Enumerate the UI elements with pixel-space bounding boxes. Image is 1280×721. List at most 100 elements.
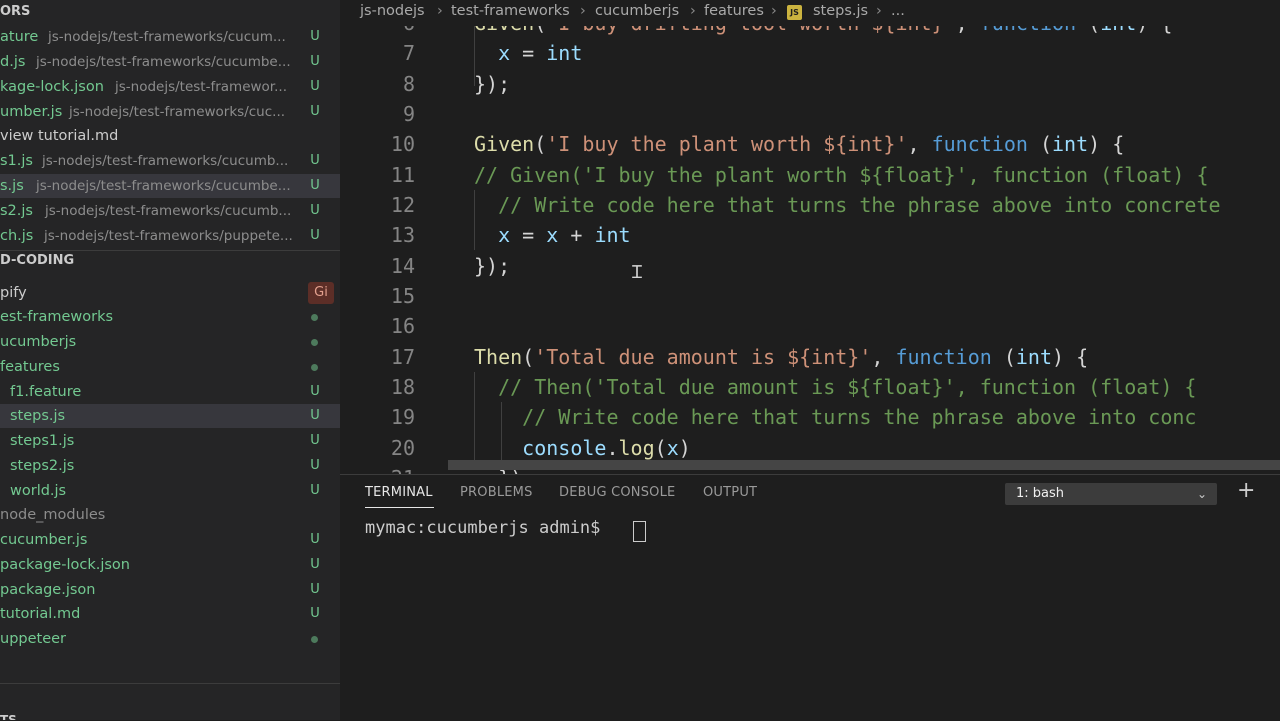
untracked-badge: U [310,178,320,193]
bottom-section-header[interactable]: TS [0,708,17,720]
breadcrumb-item[interactable]: test-frameworks [451,3,570,19]
untracked-badge: U [310,433,320,448]
tree-file[interactable]: steps2.js U [0,454,340,478]
code-line: Given('I buy drifting tool worth ${int}'… [474,26,1172,38]
tree-folder[interactable]: est-frameworks [0,305,340,329]
open-editor-item[interactable]: s1.js js-nodejs/test-frameworks/cucumb..… [0,149,340,173]
open-editor-path: js-nodejs/test-frameworks/cucumb... [42,153,289,169]
open-editor-path: js-nodejs/test-frameworks/puppete... [44,228,293,244]
line-number: 17 [390,345,415,369]
tree-item-label: f1.feature [10,384,82,400]
code-editor[interactable]: 6 Given('I buy drifting tool worth ${int… [340,26,1280,474]
terminal-panel: TERMINAL PROBLEMS DEBUG CONSOLE OUTPUT 1… [340,474,1280,721]
open-editor-item[interactable]: view tutorial.md [0,124,340,148]
tree-item-label: uppeteer [0,631,67,647]
line-number: 18 [390,375,415,399]
breadcrumb-item[interactable]: features [704,3,764,19]
tree-item-label: cucumber.js [0,532,88,548]
tree-file[interactable]: steps1.js U [0,429,340,453]
untracked-badge: U [310,384,320,399]
untracked-badge: U [310,104,320,119]
breadcrumb-item[interactable]: steps.js [813,3,868,19]
open-editor-path: js-nodejs/test-frameworks/cucumb... [45,203,292,219]
tree-file-selected[interactable]: steps.js U [0,404,340,428]
project-header[interactable]: D-CODING [0,249,74,273]
code-line: // Write code here that turns the phrase… [474,405,1197,429]
modified-dot-icon [311,364,318,371]
open-editor-name: s1.js [0,153,33,169]
open-editor-item[interactable]: ature js-nodejs/test-frameworks/cucum...… [0,25,340,49]
tree-file[interactable]: package-lock.json U [0,553,340,577]
tab-terminal[interactable]: TERMINAL [365,485,433,500]
tree-item-label: node_modules [0,507,106,523]
add-terminal-button[interactable]: + [1237,478,1255,503]
code-line: // Write code here that turns the phrase… [474,193,1221,217]
open-editor-name: s2.js [0,203,33,219]
open-editor-item[interactable]: kage-lock.json js-nodejs/test-framewor..… [0,75,340,99]
open-editors-header[interactable]: ORS [0,0,30,24]
untracked-badge: U [310,532,320,547]
untracked-badge: U [310,408,320,423]
open-editor-name: umber.js [0,104,63,120]
open-editor-name: view tutorial.md [0,128,119,144]
open-editor-item[interactable]: s2.js js-nodejs/test-frameworks/cucumb..… [0,199,340,223]
tree-folder[interactable]: ucumberjs [0,330,340,354]
untracked-badge: U [310,54,320,69]
line-number: 11 [390,163,415,187]
tree-file[interactable]: cucumber.js U [0,528,340,552]
open-editor-item-active[interactable]: s.js js-nodejs/test-frameworks/cucumbe..… [0,174,340,198]
line-number: 6 [340,26,415,38]
open-editor-path: js-nodejs/test-frameworks/cucumbe... [36,54,291,70]
open-editor-name: d.js [0,54,26,70]
open-editor-name: ature [0,29,39,45]
breadcrumb: js-nodejs › test-frameworks › cucumberjs… [340,0,1280,26]
tree-file[interactable]: f1.feature U [0,380,340,404]
horizontal-scrollbar[interactable] [448,460,1280,470]
open-editor-item[interactable]: d.js js-nodejs/test-frameworks/cucumbe..… [0,50,340,74]
breadcrumb-item[interactable]: js-nodejs [360,3,425,19]
tree-item-label: steps2.js [10,458,75,474]
tab-output[interactable]: OUTPUT [703,485,757,500]
tree-file[interactable]: world.js U [0,479,340,503]
tab-problems[interactable]: PROBLEMS [460,485,533,500]
open-editor-path: js-nodejs/test-frameworks/cucum... [48,29,286,45]
open-editor-name: s.js [0,178,24,194]
tree-folder[interactable]: features [0,355,340,379]
tree-item-label: features [0,359,60,375]
untracked-badge: U [310,29,320,44]
terminal-select[interactable]: 1: bash ⌄ [1005,483,1217,505]
tree-folder[interactable]: pify Gi [0,281,340,305]
tree-folder[interactable]: uppeteer [0,627,340,651]
chevron-down-icon: ⌄ [1196,487,1207,501]
tree-item-label: ucumberjs [0,334,77,350]
open-editor-path: js-nodejs/test-frameworks/cuc... [69,104,286,120]
tree-item-label: world.js [10,483,67,499]
chevron-right-icon: › [690,3,696,19]
tree-folder[interactable]: node_modules [0,503,340,527]
terminal-cursor [633,521,646,542]
tree-file[interactable]: package.json U [0,578,340,602]
code-line: // Then('Total due amount is ${float}', … [474,375,1197,399]
code-line: Then('Total due amount is ${int}', funct… [474,345,1089,369]
line-number: 19 [390,405,415,429]
modified-dot-icon [311,339,318,346]
code-line: x = x + int [498,223,631,247]
tree-item-label: steps1.js [10,433,75,449]
line-number: 12 [390,193,415,217]
section-divider [0,683,340,684]
open-editor-item[interactable]: umber.js js-nodejs/test-frameworks/cuc..… [0,100,340,124]
chevron-right-icon: › [771,3,777,19]
modified-dot-icon [311,314,318,321]
untracked-badge: U [310,582,320,597]
git-badge: Gi [308,282,334,304]
breadcrumb-item[interactable]: ... [891,3,905,19]
open-editor-item[interactable]: ch.js js-nodejs/test-frameworks/puppete.… [0,224,340,248]
tree-file[interactable]: tutorial.md U [0,602,340,626]
open-editor-name: kage-lock.json [0,79,104,95]
tab-debug-console[interactable]: DEBUG CONSOLE [559,485,675,500]
terminal-prompt[interactable]: mymac:cucumberjs admin$ [365,518,611,538]
chevron-right-icon: › [437,3,443,19]
text-cursor-icon: Ɪ [632,262,643,283]
untracked-badge: U [310,228,320,243]
breadcrumb-item[interactable]: cucumberjs [595,3,679,19]
